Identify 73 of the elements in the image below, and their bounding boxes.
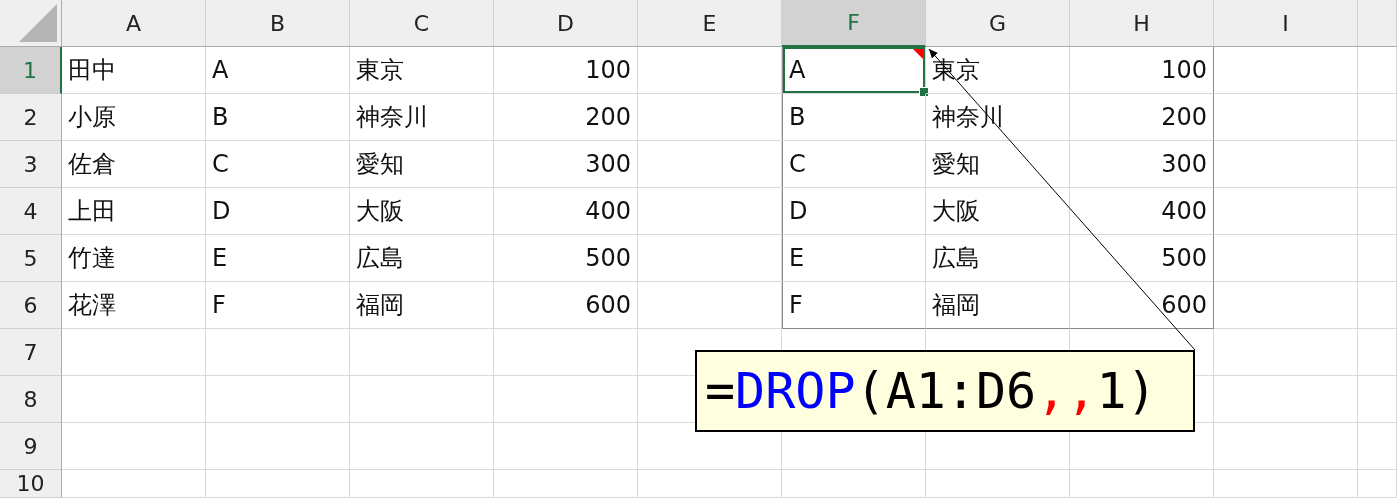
table-cell: 500 (494, 235, 638, 282)
table-cell (1358, 188, 1397, 235)
table-cell: 400 (1070, 188, 1214, 235)
table-cell: B (206, 94, 350, 141)
fill-handle[interactable] (919, 87, 929, 97)
column-header[interactable]: A (62, 0, 206, 47)
table-cell: 400 (494, 188, 638, 235)
table-cell: 竹達 (62, 235, 206, 282)
table-cell: E (206, 235, 350, 282)
row-header[interactable]: 8 (0, 376, 62, 423)
table-cell: A (206, 47, 350, 94)
table-cell (1358, 470, 1397, 498)
table-cell: 佐倉 (62, 141, 206, 188)
row-header[interactable]: 7 (0, 329, 62, 376)
table-cell (1358, 94, 1397, 141)
column-header[interactable]: G (926, 0, 1070, 47)
table-cell: 100 (494, 47, 638, 94)
table-cell: F (206, 282, 350, 329)
table-cell: F (782, 282, 926, 329)
table-cell: 花澤 (62, 282, 206, 329)
table-cell: 200 (494, 94, 638, 141)
column-header[interactable]: B (206, 0, 350, 47)
table-cell (1358, 282, 1397, 329)
table-cell: 300 (1070, 141, 1214, 188)
table-cell: 上田 (62, 188, 206, 235)
table-cell: 300 (494, 141, 638, 188)
table-cell: 広島 (926, 235, 1070, 282)
table-cell: 福岡 (926, 282, 1070, 329)
table-cell: 大阪 (350, 188, 494, 235)
table-cell: A (782, 47, 926, 94)
table-cell (1358, 235, 1397, 282)
table-cell (1358, 141, 1397, 188)
column-header[interactable] (1358, 0, 1397, 47)
table-cell: 600 (494, 282, 638, 329)
table-cell: E (782, 235, 926, 282)
table-cell: 200 (1070, 94, 1214, 141)
table-cell: 小原 (62, 94, 206, 141)
table-cell (1358, 47, 1397, 94)
formula-callout: =DROP(A1:D6,,1) (695, 350, 1195, 432)
column-header[interactable]: E (638, 0, 782, 47)
table-cell: B (782, 94, 926, 141)
row-header[interactable]: 1 (0, 47, 62, 94)
table-cell: 神奈川 (350, 94, 494, 141)
row-header[interactable]: 6 (0, 282, 62, 329)
table-cell: C (782, 141, 926, 188)
table-cell: 大阪 (926, 188, 1070, 235)
table-cell (1358, 376, 1397, 423)
table-cell: 愛知 (926, 141, 1070, 188)
table-cell (1358, 329, 1397, 376)
table-cell: 100 (1070, 47, 1214, 94)
column-header[interactable]: D (494, 0, 638, 47)
table-cell: 田中 (62, 47, 206, 94)
row-header[interactable]: 10 (0, 470, 62, 498)
table-cell: C (206, 141, 350, 188)
select-all-icon[interactable] (19, 4, 57, 42)
row-header[interactable]: 2 (0, 94, 62, 141)
row-header[interactable]: 5 (0, 235, 62, 282)
row-header[interactable]: 9 (0, 423, 62, 470)
table-cell: 東京 (350, 47, 494, 94)
column-header[interactable]: I (1214, 0, 1358, 47)
table-cell: 500 (1070, 235, 1214, 282)
table-cell: D (206, 188, 350, 235)
column-header[interactable]: H (1070, 0, 1214, 47)
table-cell: D (782, 188, 926, 235)
table-cell: 広島 (350, 235, 494, 282)
table-cell (1358, 423, 1397, 470)
column-header[interactable]: C (350, 0, 494, 47)
table-cell: 愛知 (350, 141, 494, 188)
row-header[interactable]: 3 (0, 141, 62, 188)
table-cell: 福岡 (350, 282, 494, 329)
table-cell: 600 (1070, 282, 1214, 329)
column-header[interactable]: F (782, 0, 926, 47)
row-header[interactable]: 4 (0, 188, 62, 235)
